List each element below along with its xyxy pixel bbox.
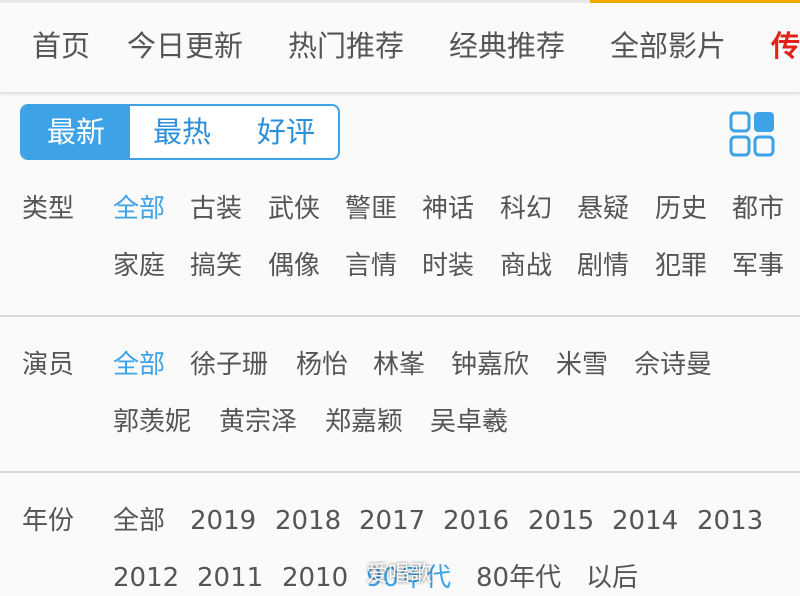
filter-type-option[interactable]: 剧情 bbox=[577, 248, 629, 284]
filter-label-actor: 演员 bbox=[22, 350, 75, 380]
nav-tab-classic[interactable]: 经典推荐 bbox=[449, 26, 565, 66]
grid-view-icon[interactable] bbox=[729, 111, 775, 157]
filter-type-option[interactable]: 神话 bbox=[422, 191, 474, 227]
filter-year-option[interactable]: 2019 bbox=[190, 503, 256, 539]
section-divider bbox=[0, 315, 800, 317]
top-nav-bar: 首页 今日更新 热门推荐 经典推荐 全部影片 传 bbox=[0, 0, 800, 93]
filter-type-option[interactable]: 军事 bbox=[732, 248, 784, 284]
filter-type-option[interactable]: 犯罪 bbox=[655, 248, 707, 284]
filter-year-option[interactable]: 2012 bbox=[113, 560, 179, 596]
filter-year-option[interactable]: 2014 bbox=[612, 503, 678, 539]
filter-year-option[interactable]: 以后 bbox=[586, 560, 638, 596]
top-accent-strip bbox=[0, 0, 800, 3]
filter-actor-option[interactable]: 米雪 bbox=[556, 347, 608, 383]
filter-actor-option[interactable]: 黄宗泽 bbox=[219, 404, 297, 440]
filter-type-option[interactable]: 悬疑 bbox=[577, 191, 629, 227]
filter-type-option[interactable]: 商战 bbox=[500, 248, 552, 284]
filter-label-type: 类型 bbox=[22, 194, 75, 224]
sort-newest-button[interactable]: 最新 bbox=[22, 106, 130, 158]
filter-actor-option[interactable]: 杨怡 bbox=[296, 347, 348, 383]
filter-type-option[interactable]: 古装 bbox=[190, 191, 242, 227]
filter-year-option[interactable]: 2017 bbox=[359, 503, 425, 539]
filter-type-option[interactable]: 搞笑 bbox=[190, 248, 242, 284]
filter-actor-option[interactable]: 钟嘉欣 bbox=[451, 347, 529, 383]
nav-tab-home[interactable]: 首页 bbox=[32, 26, 90, 66]
filter-actor-option[interactable]: 郑嘉颖 bbox=[325, 404, 403, 440]
filter-year-option[interactable]: 2011 bbox=[197, 560, 263, 596]
filter-actor-option[interactable]: 林峯 bbox=[373, 347, 425, 383]
filter-label-year: 年份 bbox=[22, 506, 75, 536]
filter-actor-option[interactable]: 全部 bbox=[113, 347, 165, 383]
sort-top-rated-button[interactable]: 好评 bbox=[234, 106, 338, 158]
filter-type-option[interactable]: 家庭 bbox=[113, 248, 165, 284]
nav-tab-today[interactable]: 今日更新 bbox=[127, 26, 243, 66]
filter-year-option[interactable]: 2015 bbox=[528, 503, 594, 539]
filter-year-option[interactable]: 2016 bbox=[443, 503, 509, 539]
filter-actor-option[interactable]: 佘诗曼 bbox=[634, 347, 712, 383]
filter-type-option[interactable]: 全部 bbox=[113, 191, 165, 227]
filter-type-option[interactable]: 科幻 bbox=[500, 191, 552, 227]
sort-segmented-control: 最新 最热 好评 bbox=[20, 104, 340, 160]
filter-type-option[interactable]: 言情 bbox=[345, 248, 397, 284]
filter-year-option[interactable]: 80年代 bbox=[476, 560, 561, 596]
filter-type-option[interactable]: 偶像 bbox=[268, 248, 320, 284]
filter-type-option[interactable]: 警匪 bbox=[345, 191, 397, 227]
filter-type-option[interactable]: 武侠 bbox=[268, 191, 320, 227]
filter-type-option[interactable]: 历史 bbox=[655, 191, 707, 227]
filter-year-option[interactable]: 2013 bbox=[697, 503, 763, 539]
filter-type-option[interactable]: 时装 bbox=[422, 248, 474, 284]
section-divider bbox=[0, 471, 800, 473]
filter-year-option[interactable]: 全部 bbox=[113, 503, 165, 539]
nav-tab-partial[interactable]: 传 bbox=[771, 26, 800, 66]
filter-year-option[interactable]: 2018 bbox=[275, 503, 341, 539]
filter-actor-option[interactable]: 郭羡妮 bbox=[113, 404, 191, 440]
filter-actor-option[interactable]: 吴卓羲 bbox=[430, 404, 508, 440]
filter-actor-option[interactable]: 徐子珊 bbox=[190, 347, 268, 383]
nav-tab-hot[interactable]: 热门推荐 bbox=[288, 26, 404, 66]
nav-tab-all-movies[interactable]: 全部影片 bbox=[610, 26, 726, 66]
watermark-text: 爱唱歌 bbox=[366, 562, 433, 587]
filter-type-option[interactable]: 都市 bbox=[732, 191, 784, 227]
filter-year-option[interactable]: 2010 bbox=[282, 560, 348, 596]
sort-hottest-button[interactable]: 最热 bbox=[130, 106, 234, 158]
